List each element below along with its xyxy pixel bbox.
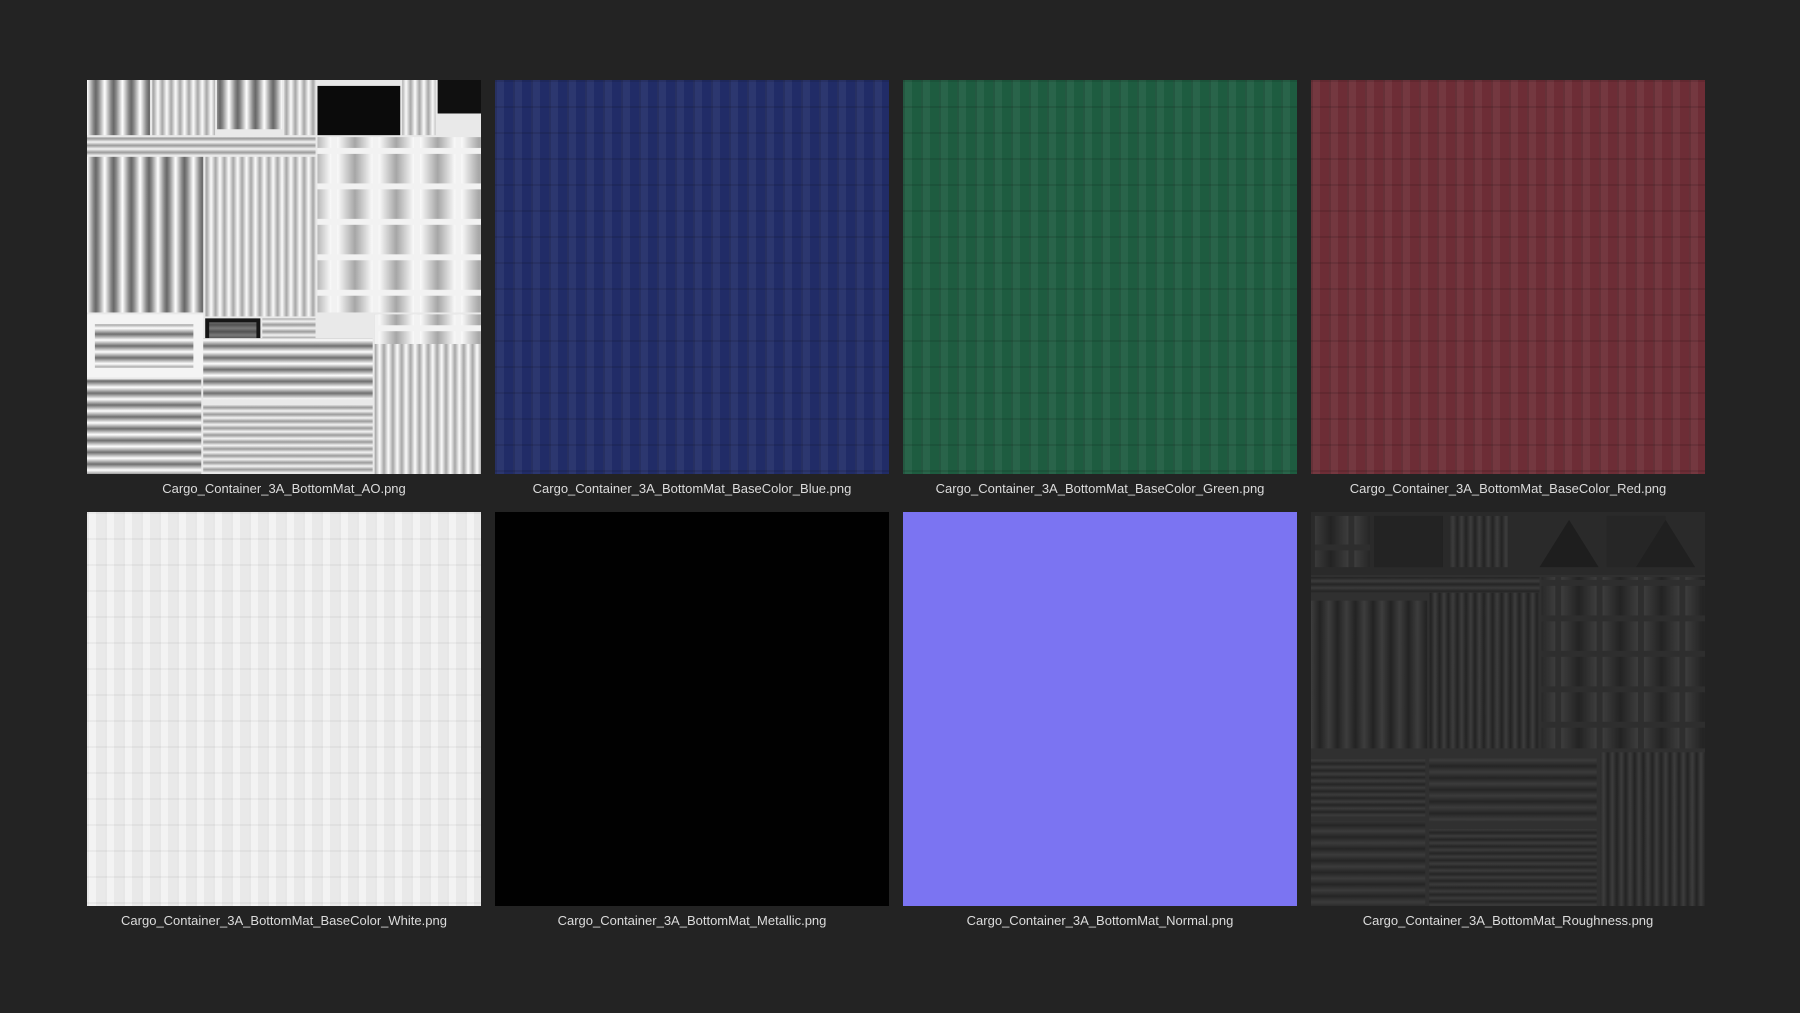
metallic-map-image [495,512,889,906]
filename-label: Cargo_Container_3A_BottomMat_AO.png [162,481,406,496]
filename-label: Cargo_Container_3A_BottomMat_BaseColor_W… [121,913,447,928]
basecolor-red-image [1311,80,1705,474]
thumbnail-basecolor-blue[interactable]: Cargo_Container_3A_BottomMat_BaseColor_B… [495,80,889,496]
panel-seams-overlay [87,512,481,906]
thumbnail-metallic-map[interactable]: Cargo_Container_3A_BottomMat_Metallic.pn… [495,512,889,928]
basecolor-green-image [903,80,1297,474]
thumbnail-ao-map[interactable]: Cargo_Container_3A_BottomMat_AO.png [87,80,481,496]
ao-map-image [87,80,481,474]
texture-grid: Cargo_Container_3A_BottomMat_AO.png Carg… [0,0,1800,928]
panel-seams-overlay [1311,80,1705,474]
thumbnail-roughness-map[interactable]: Cargo_Container_3A_BottomMat_Roughness.p… [1311,512,1705,928]
thumbnail-basecolor-green[interactable]: Cargo_Container_3A_BottomMat_BaseColor_G… [903,80,1297,496]
thumbnail-normal-map[interactable]: Cargo_Container_3A_BottomMat_Normal.png [903,512,1297,928]
ao-texture-graphic [87,80,481,474]
filename-label: Cargo_Container_3A_BottomMat_Roughness.p… [1362,913,1654,928]
thumbnail-basecolor-white[interactable]: Cargo_Container_3A_BottomMat_BaseColor_W… [87,512,481,928]
basecolor-blue-image [495,80,889,474]
roughness-texture-graphic [1311,512,1705,906]
panel-seams-overlay [495,80,889,474]
filename-label: Cargo_Container_3A_BottomMat_BaseColor_G… [935,481,1265,496]
filename-label: Cargo_Container_3A_BottomMat_Normal.png [966,913,1234,928]
filename-label: Cargo_Container_3A_BottomMat_BaseColor_R… [1349,481,1667,496]
metallic-fill [495,512,889,906]
thumbnail-basecolor-red[interactable]: Cargo_Container_3A_BottomMat_BaseColor_R… [1311,80,1705,496]
filename-label: Cargo_Container_3A_BottomMat_Metallic.pn… [557,913,827,928]
filename-label: Cargo_Container_3A_BottomMat_BaseColor_B… [532,481,852,496]
basecolor-white-image [87,512,481,906]
normal-map-image [903,512,1297,906]
panel-seams-overlay [903,80,1297,474]
normal-map-fill [903,512,1297,906]
texture-preview-viewer: Cargo_Container_3A_BottomMat_AO.png Carg… [0,0,1800,1013]
roughness-map-image [1311,512,1705,906]
